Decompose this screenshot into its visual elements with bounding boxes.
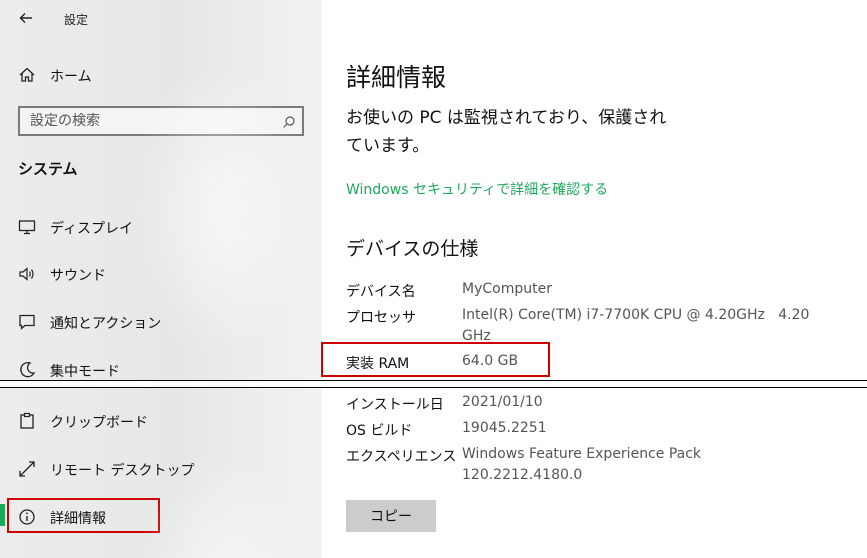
back-arrow-icon [19,13,32,23]
clipboard-icon [20,412,34,429]
sidebar-item-display[interactable]: ディスプレイ [0,214,322,240]
notification-icon [19,314,35,330]
os-build-label: OS ビルド [346,423,413,439]
sidebar-lower: クリップボード リモート デスクトップ 詳細情報 [0,388,322,558]
settings-window-top: 設定 ホーム システム ディスプレイ [0,0,867,381]
moon-icon [20,362,36,378]
sidebar-section-title: システム [18,160,78,178]
install-date-label: インストール日 [346,397,444,413]
sidebar-item-display-label: ディスプレイ [50,221,134,237]
main-content-lower: インストール日 2021/01/10 OS ビルド 19045.2251 エクス… [322,388,867,558]
experience-value-line1: Windows Feature Experience Pack [462,446,702,462]
sidebar-item-sound[interactable]: サウンド [0,261,322,287]
experience-value-line2: 120.2212.4180.0 [462,467,583,483]
page-title: 詳細情報 [346,63,447,92]
sidebar-item-focus-label: 集中モード [50,364,120,380]
security-details-link[interactable]: Windows セキュリティで詳細を確認する [346,179,608,199]
window-title: 設定 [64,13,89,27]
sidebar-item-focus[interactable]: 集中モード [0,357,322,380]
sidebar-item-home-label: ホーム [50,69,92,85]
processor-value-line1: Intel(R) Core(TM) i7-7700K CPU @ 4.20GHz… [462,307,810,323]
sidebar-item-remote-desktop-label: リモート デスクトップ [50,463,195,479]
ram-highlight-box [321,342,550,377]
speaker-icon [19,267,34,281]
os-build-value: 19045.2251 [462,420,547,436]
sidebar-item-clipboard-label: クリップボード [50,415,148,431]
protection-status-line2: ています。 [346,136,430,156]
sidebar: 設定 ホーム システム ディスプレイ [0,0,322,380]
sidebar-item-sound-label: サウンド [50,268,106,284]
sidebar-item-remote-desktop[interactable]: リモート デスクトップ [0,456,322,482]
protection-status-line1: お使いの PC は監視されており、保護され [346,108,667,128]
search-box[interactable] [18,106,304,136]
device-name-label: デバイス名 [346,284,416,300]
install-date-value: 2021/01/10 [462,394,543,410]
device-specs-title: デバイスの仕様 [346,238,479,260]
search-input[interactable] [20,108,270,134]
sidebar-item-notifications-label: 通知とアクション [50,316,162,332]
device-name-value: MyComputer [462,281,552,297]
monitor-icon [18,220,36,235]
back-button[interactable] [16,8,38,28]
processor-label: プロセッサ [346,310,416,326]
main-content: 詳細情報 お使いの PC は監視されており、保護され ています。 Windows… [322,0,867,380]
remote-desktop-icon [19,461,35,477]
sidebar-item-clipboard[interactable]: クリップボード [0,408,322,434]
home-icon [19,67,35,82]
sidebar-item-notifications[interactable]: 通知とアクション [0,309,322,335]
settings-window-bottom: クリップボード リモート デスクトップ 詳細情報 インストール日 2021/01… [0,387,867,558]
sidebar-item-home[interactable]: ホーム [0,62,322,88]
copy-button[interactable]: コピー [346,500,436,532]
about-highlight-box [7,498,160,533]
search-icon[interactable] [282,115,296,129]
experience-label: エクスペリエンス [346,449,457,465]
